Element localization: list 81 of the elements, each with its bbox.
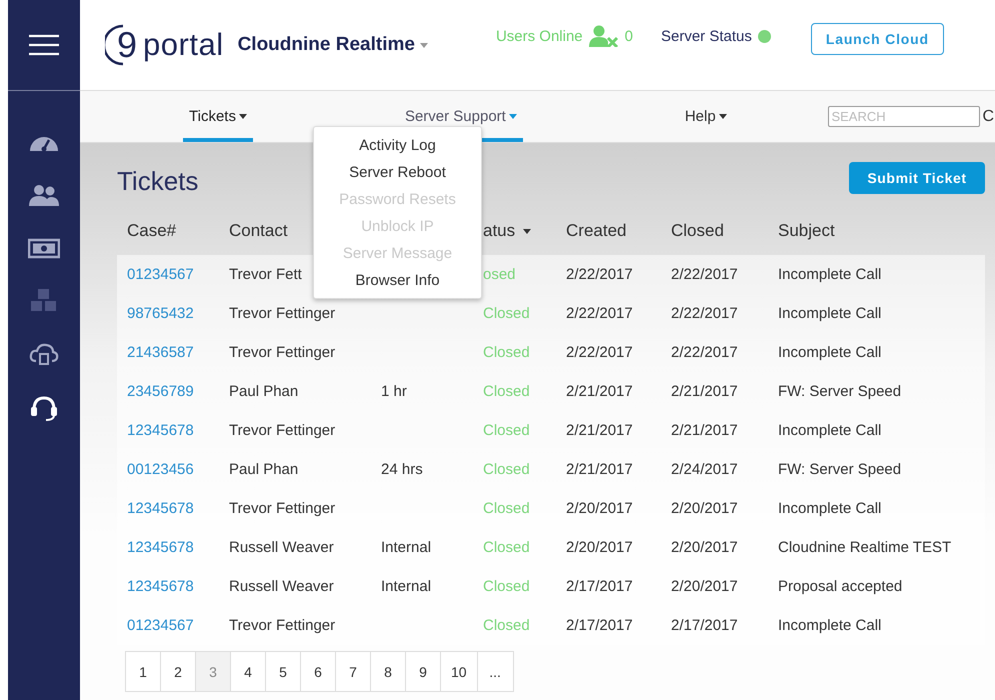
table-cell-text: 2/17/2017	[566, 578, 634, 595]
table-cell-text: FW: Server Speed	[778, 461, 902, 478]
table-cell-text: 24 hrs	[381, 461, 424, 478]
table-cell-text: Incomplete Call	[778, 617, 882, 634]
table-cell-text: 2/20/2017	[671, 578, 739, 595]
table-cell-text: Trevor Fettinger	[229, 305, 336, 322]
table-cell-text: Proposal accepted	[778, 578, 904, 595]
table-cell-text: 2/22/2017	[671, 266, 739, 283]
table-cell-text: Incomplete Call	[778, 344, 882, 361]
table-cell-text: Closed	[483, 539, 531, 556]
table-cell-text: FW: Server Speed	[778, 383, 902, 400]
table-cell-text: 2/21/2017	[671, 383, 739, 400]
logo-mark: 9	[105, 27, 138, 63]
table-cell-text: 2/21/2017	[566, 422, 634, 439]
users-online-label: Users Online	[496, 28, 583, 44]
search-button-text[interactable]: C	[982, 108, 994, 126]
table-cell-text: Trevor Fettinger	[229, 344, 336, 361]
table-cell-text: Paul Phan	[229, 461, 300, 478]
caret-icon	[508, 114, 517, 118]
headset-icon[interactable]	[28, 394, 60, 422]
case-link[interactable]: 12345678	[127, 578, 229, 595]
table-cell-text: Trevor Fettinger	[229, 500, 336, 517]
column-header[interactable]: atus	[483, 221, 566, 241]
nav-tab[interactable]: Help	[678, 91, 733, 142]
table-cell-text: Internal	[381, 539, 432, 556]
menu-item[interactable]: Server Reboot	[314, 159, 481, 186]
table-cell-text: Incomplete Call	[778, 422, 882, 439]
table-cell-text: 2/24/2017	[671, 461, 739, 478]
column-header: Subject	[778, 221, 836, 241]
logo-text: portal	[143, 27, 224, 63]
table-cell-text: 2/22/2017	[566, 344, 634, 361]
server-status-label: Server Status	[660, 28, 752, 44]
table-cell-text: 2/17/2017	[566, 617, 634, 634]
caret-icon	[420, 42, 428, 48]
menu-icon[interactable]	[29, 34, 59, 56]
column-header: Case#	[127, 221, 178, 241]
menu-item[interactable]: Browser Info	[314, 267, 481, 294]
users-online-count: 0	[624, 28, 633, 44]
table-cell-text: 2/20/2017	[671, 500, 739, 517]
account-menu[interactable]: Cloudnine Realtime	[238, 34, 428, 56]
table-cell-text: Incomplete Call	[778, 266, 882, 283]
search-field[interactable]: SEARCH	[828, 106, 980, 127]
table-cell-text: 2/21/2017	[566, 383, 634, 400]
table-cell-text: Trevor Fettinger	[229, 617, 336, 634]
caret-icon	[523, 228, 532, 234]
column-header: Created	[566, 221, 628, 241]
table-cell-text: 1 hr	[381, 383, 408, 400]
case-link[interactable]: 01234567	[127, 617, 229, 634]
table-cell-text: Cloudnine Realtime TEST	[778, 539, 952, 556]
table-cell-text: 2/17/2017	[671, 617, 739, 634]
case-link[interactable]: 12345678	[127, 539, 229, 556]
column-header: Closed	[671, 221, 725, 241]
table-cell-text: Incomplete Call	[778, 305, 882, 322]
table-cell-text: Russell Weaver	[229, 539, 335, 556]
table-cell-text: 2/21/2017	[566, 461, 634, 478]
table-cell-text: Closed	[483, 461, 531, 478]
table-cell-text: Trevor Fettinger	[229, 422, 336, 439]
table-cell-text: osed	[483, 266, 517, 283]
user-x-icon	[588, 25, 619, 47]
table-cell-text: Internal	[381, 578, 432, 595]
table-cell-text: 2/20/2017	[566, 500, 634, 517]
table-cell-text: Closed	[483, 578, 531, 595]
table-cell-text: 2/20/2017	[566, 539, 634, 556]
table-cell-text: Closed	[483, 617, 531, 634]
table-cell-text: 2/20/2017	[671, 539, 739, 556]
caret-icon	[718, 114, 727, 118]
caret-icon	[238, 114, 247, 118]
table-cell-text: Paul Phan	[229, 383, 300, 400]
table-cell-text: Closed	[483, 305, 531, 322]
table-cell-text: Closed	[483, 422, 531, 439]
table-cell-text: Closed	[483, 500, 531, 517]
table-cell-text: 2/22/2017	[566, 266, 634, 283]
table-cell-text: Incomplete Call	[778, 500, 882, 517]
table-cell-text: 2/22/2017	[566, 305, 634, 322]
table-cell-text: 2/21/2017	[671, 422, 739, 439]
table-cell-text: Closed	[483, 383, 531, 400]
table-cell-text: 2/22/2017	[671, 305, 739, 322]
table-cell-text: Russell Weaver	[229, 578, 335, 595]
table-cell-text: 2/22/2017	[671, 344, 739, 361]
table-cell-text: Closed	[483, 344, 531, 361]
page-title: Tickets	[117, 166, 198, 196]
